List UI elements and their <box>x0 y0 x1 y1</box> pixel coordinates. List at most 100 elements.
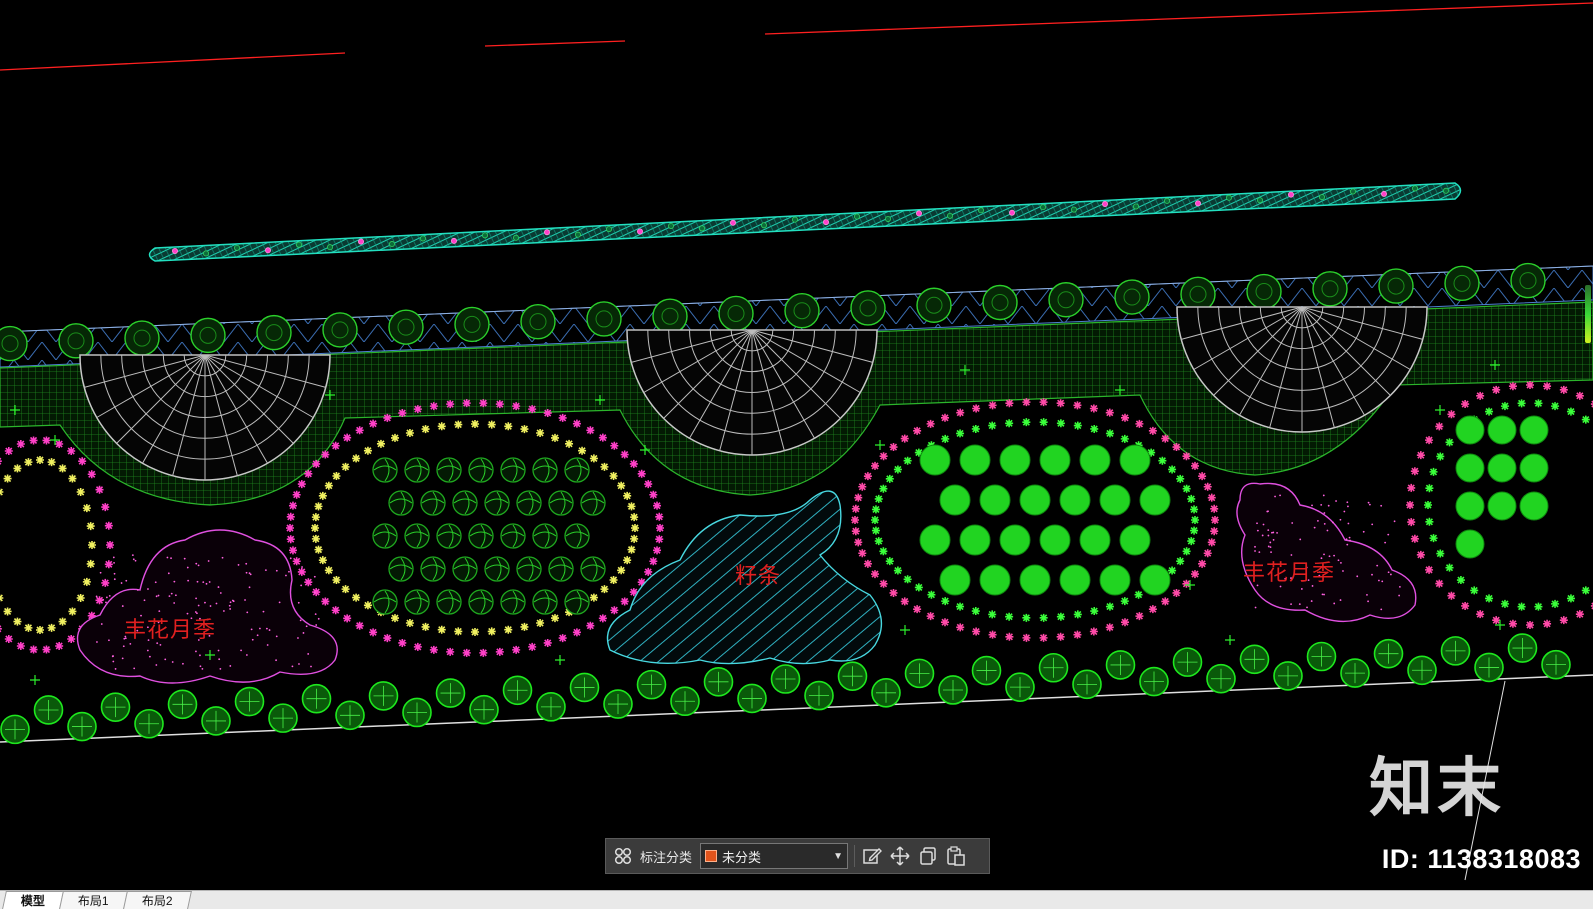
rose-speckle <box>146 649 149 652</box>
flower-ring <box>926 612 935 621</box>
flower-ring <box>321 450 330 459</box>
rose-speckle <box>154 581 157 584</box>
flower-ring <box>543 638 552 647</box>
rose-speckle <box>196 580 199 583</box>
rose-speckle <box>244 599 246 601</box>
scroll-indicator[interactable] <box>1585 285 1591 343</box>
boundary-line <box>764 2 1593 35</box>
flower-ring <box>1410 467 1419 476</box>
flower-ring <box>1135 612 1144 621</box>
move-icon[interactable] <box>889 845 911 867</box>
rose-speckle <box>125 579 128 582</box>
flower-ring <box>391 614 399 623</box>
flower-ring <box>858 549 867 558</box>
round-shrub <box>939 564 971 596</box>
rose-speckle <box>1371 573 1373 576</box>
flower-ring <box>101 578 110 587</box>
pinwheel-shrub <box>452 556 478 582</box>
median-shrub <box>481 232 488 239</box>
flower-ring <box>572 419 581 428</box>
flower-ring <box>1210 504 1219 513</box>
flower-ring <box>586 426 595 435</box>
flower-ring <box>1435 579 1444 588</box>
pinwheel-shrub <box>436 523 462 549</box>
grid-icon[interactable] <box>612 845 634 867</box>
flower-ring <box>956 602 965 611</box>
paste-icon[interactable] <box>945 845 967 867</box>
ground-cover-mark <box>555 655 565 665</box>
pinwheel-shrub <box>580 556 606 582</box>
tab-layout-2[interactable]: 布局2 <box>122 891 192 909</box>
rose-speckle <box>297 601 300 604</box>
flower-ring <box>104 521 113 530</box>
pinwheel-shrub <box>548 556 574 582</box>
flower-ring <box>653 546 662 555</box>
pinwheel-shrub <box>468 457 494 483</box>
layout-tab-bar: 模型 布局1 布局2 <box>0 890 1593 909</box>
flower-ring <box>495 400 504 409</box>
rose-speckle <box>207 560 210 562</box>
edit-icon[interactable] <box>861 845 883 867</box>
pinwheel-shrub <box>500 457 526 483</box>
median-shrub <box>730 219 737 226</box>
pinwheel-shrub <box>532 523 558 549</box>
rose-speckle <box>121 605 124 607</box>
pinwheel-shrub <box>372 523 398 549</box>
round-shrub <box>1059 484 1091 516</box>
rose-speckle <box>1345 538 1348 541</box>
rose-speckle <box>171 661 174 663</box>
ground-cover-mark <box>1435 405 1445 415</box>
flower-ring <box>653 501 662 510</box>
flower-ring <box>903 456 912 465</box>
rose-speckle <box>245 654 248 656</box>
rose-speckle <box>155 595 158 598</box>
round-shrub <box>939 484 971 516</box>
rose-speckle <box>1310 600 1313 602</box>
rose-speckle <box>1267 534 1270 537</box>
rose-speckle <box>105 596 108 599</box>
flower-ring <box>1105 429 1114 438</box>
flower-ring <box>1429 534 1438 543</box>
flower-ring <box>656 524 664 532</box>
flower-ring <box>551 614 559 623</box>
rose-speckle <box>1254 606 1257 609</box>
flower-ring <box>1508 619 1517 628</box>
category-select[interactable]: 未分类 ▼ <box>700 843 849 869</box>
flower-ring <box>55 641 64 650</box>
rose-speckle <box>1291 522 1294 524</box>
flower-ring <box>1121 618 1129 627</box>
flower-ring <box>1056 612 1065 621</box>
rose-speckle <box>1323 523 1326 525</box>
flower-ring <box>341 462 350 471</box>
flower-ring <box>437 422 446 431</box>
flower-ring <box>941 618 949 627</box>
flower-ring <box>471 628 479 636</box>
rose-speckle <box>217 586 220 588</box>
flower-ring <box>1172 588 1181 597</box>
round-shrub <box>1139 484 1171 516</box>
rose-speckle <box>221 556 224 559</box>
tab-model[interactable]: 模型 <box>2 891 64 909</box>
flower-ring <box>1172 443 1181 452</box>
flower-ring <box>558 413 567 422</box>
street-tree <box>850 290 886 326</box>
tab-layout-1[interactable]: 布局1 <box>59 891 128 909</box>
rose-speckle <box>1366 594 1368 596</box>
cad-drawing-canvas[interactable] <box>0 0 1593 890</box>
copy-icon[interactable] <box>917 845 939 867</box>
flower-ring <box>1039 613 1048 622</box>
pinwheel-shrub <box>436 589 462 615</box>
flower-ring <box>288 546 297 555</box>
round-shrub <box>999 524 1031 556</box>
rose-speckle <box>302 632 305 634</box>
flower-ring <box>956 623 965 632</box>
flower-ring <box>4 447 13 456</box>
flower-ring <box>1447 410 1456 419</box>
flower-ring <box>1407 518 1416 527</box>
flower-ring <box>1090 607 1099 616</box>
street-tree <box>190 317 226 354</box>
rose-speckle <box>305 625 308 628</box>
flower-ring <box>352 593 361 602</box>
flower-ring <box>311 534 320 543</box>
flower-ring <box>42 645 51 654</box>
